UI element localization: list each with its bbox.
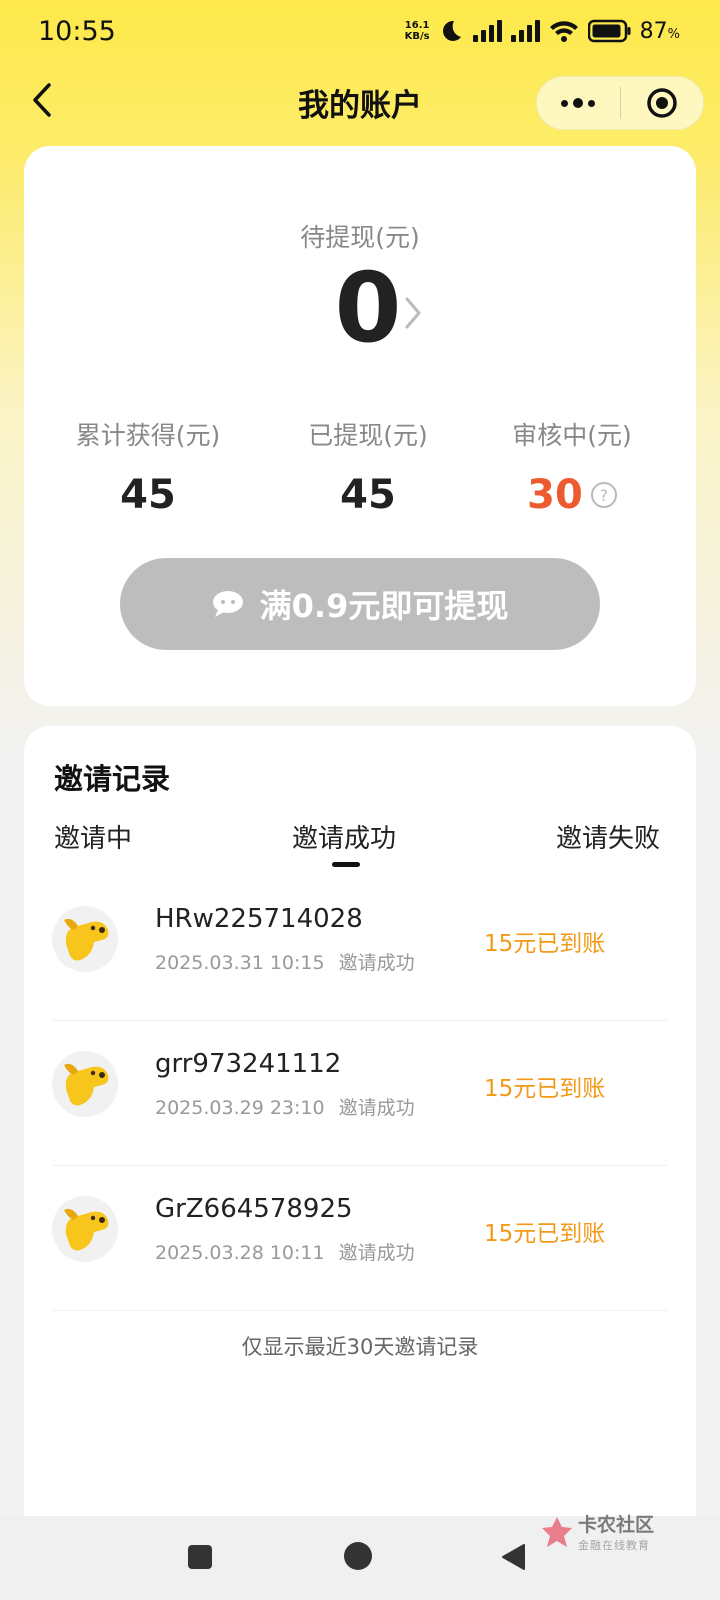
record-reward: 15元已到账	[484, 1076, 606, 1102]
dog-mascot-icon	[64, 918, 109, 961]
close-mini-program-button[interactable]	[621, 76, 704, 130]
record-status: 邀请成功	[338, 1097, 415, 1119]
stat-label: 审核中(元)	[512, 421, 632, 450]
record-reward: 15元已到账	[484, 931, 606, 957]
stat-label: 累计获得(元)	[75, 421, 221, 450]
avatar	[52, 1196, 118, 1262]
chevron-right-icon[interactable]	[404, 296, 422, 330]
home-button[interactable]	[344, 1542, 372, 1570]
tab-invite-success[interactable]: 邀请成功	[292, 818, 396, 855]
more-dot-icon	[573, 98, 584, 108]
watermark-logo-icon	[542, 1516, 572, 1547]
invite-record-row[interactable]: grr973241112 2025.03.29 23:10 邀请成功 15元已到账	[52, 1021, 668, 1166]
mini-program-capsule	[536, 76, 704, 130]
pending-withdraw-value: 0	[334, 252, 402, 364]
invite-record-row[interactable]: HRw225714028 2025.03.31 10:15 邀请成功 15元已到账	[52, 876, 668, 1021]
active-tab-indicator	[332, 862, 360, 867]
record-status: 邀请成功	[338, 1242, 415, 1264]
stat-value: 45	[120, 472, 176, 518]
withdraw-button[interactable]: 满0.9元即可提现	[120, 558, 600, 650]
recent-apps-button[interactable]	[188, 1545, 212, 1569]
status-icons: 16.1 KB/s 87%	[405, 18, 680, 44]
signal-icon	[472, 20, 502, 42]
invitee-name: HRw225714028	[155, 904, 363, 934]
status-time: 10:55	[38, 16, 116, 47]
wechat-icon	[212, 591, 243, 617]
record-date: 2025.03.28 10:11	[155, 1242, 325, 1264]
battery-percent: 87%	[640, 19, 680, 44]
invite-record-row[interactable]: GrZ664578925 2025.03.28 10:11 邀请成功 15元已到账	[52, 1166, 668, 1311]
pending-withdraw-row[interactable]: 0	[24, 258, 696, 358]
dog-mascot-icon	[64, 1208, 109, 1251]
more-dot-icon	[561, 99, 569, 107]
battery-percent-sign: %	[667, 26, 680, 42]
stat-value: 45	[340, 472, 396, 518]
back-triangle-icon[interactable]	[500, 1543, 526, 1571]
more-button[interactable]	[537, 76, 620, 130]
dog-mascot-icon	[64, 1063, 109, 1106]
stat-withdrawn: 已提现(元) 45	[288, 416, 448, 518]
watermark: 卡农社区 金融在线教育	[540, 1510, 654, 1553]
battery-percent-value: 87	[639, 18, 668, 44]
stat-total-earned: 累计获得(元) 45	[68, 416, 228, 518]
net-speed-unit: KB/s	[404, 31, 430, 42]
avatar	[52, 1051, 118, 1117]
invitee-name: GrZ664578925	[155, 1194, 353, 1224]
invite-records-title: 邀请记录	[54, 762, 171, 796]
nav-bar: 我的账户	[0, 72, 720, 132]
network-speed: 16.1 KB/s	[405, 20, 430, 42]
help-icon[interactable]: ?	[590, 482, 617, 508]
moon-icon	[442, 20, 461, 41]
avatar	[52, 906, 118, 972]
tab-invite-failed[interactable]: 邀请失败	[556, 818, 660, 855]
target-icon	[647, 88, 677, 118]
battery-icon	[587, 19, 631, 43]
net-speed-value: 16.1	[404, 20, 430, 31]
watermark-text: 卡农社区 金融在线教育	[578, 1510, 654, 1553]
record-meta: 2025.03.29 23:10 邀请成功	[155, 1093, 415, 1120]
stat-label: 已提现(元)	[308, 421, 428, 450]
withdraw-button-label: 满0.9元即可提现	[259, 587, 509, 625]
records-footer-note: 仅显示最近30天邀请记录	[241, 1335, 479, 1359]
stats-row: 累计获得(元) 45 已提现(元) 45 审核中(元) 30 ?	[24, 416, 696, 518]
invite-records-card: 邀请记录 邀请中 邀请成功 邀请失败 HRw225714028 2025.03.…	[24, 726, 696, 1526]
account-card: 待提现(元) 0 累计获得(元) 45 已提现(元) 45 审核中(元) 30 …	[24, 146, 696, 706]
invitee-name: grr973241112	[155, 1049, 342, 1079]
stat-under-review: 审核中(元) 30 ?	[492, 416, 652, 518]
more-dot-icon	[588, 99, 596, 107]
tab-inviting[interactable]: 邀请中	[54, 818, 132, 855]
signal-icon-2	[510, 20, 540, 42]
record-meta: 2025.03.31 10:15 邀请成功	[155, 948, 415, 975]
record-meta: 2025.03.28 10:11 邀请成功	[155, 1238, 415, 1265]
record-date: 2025.03.29 23:10	[155, 1097, 325, 1119]
watermark-sub: 金融在线教育	[578, 1539, 650, 1552]
status-bar: 10:55 16.1 KB/s 87%	[0, 0, 720, 70]
stat-value-row: 30 ?	[527, 472, 617, 518]
watermark-main: 卡农社区	[578, 1514, 655, 1536]
pending-withdraw-label: 待提现(元)	[300, 223, 420, 252]
record-reward: 15元已到账	[484, 1221, 606, 1247]
stat-value: 30	[527, 472, 583, 518]
record-status: 邀请成功	[338, 952, 415, 974]
wifi-icon	[549, 21, 578, 42]
record-date: 2025.03.31 10:15	[155, 952, 325, 974]
